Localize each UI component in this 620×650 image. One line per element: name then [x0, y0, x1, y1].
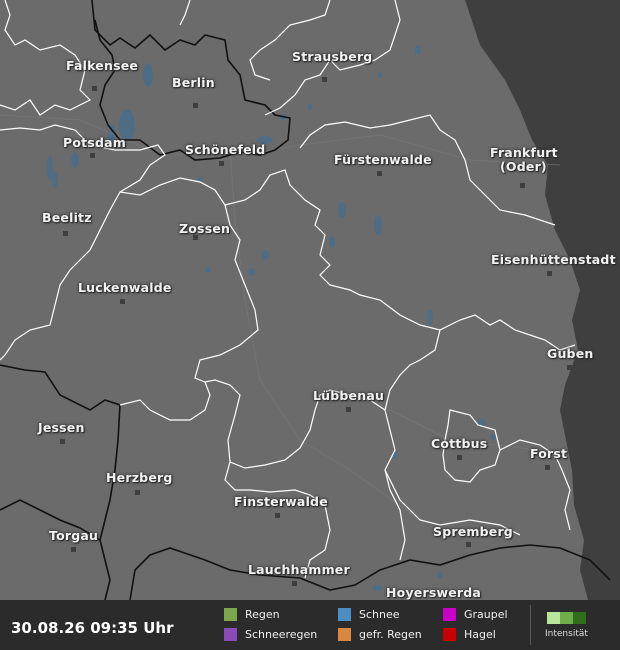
- radar-map[interactable]: Falkensee Berlin Strausberg Potsdam Schö…: [0, 0, 620, 600]
- city-dot-forst: [545, 465, 550, 470]
- city-label-spremberg: Spremberg: [433, 524, 513, 539]
- city-label-frankfurt: Frankfurt: [490, 145, 558, 160]
- graupel-swatch: [443, 608, 456, 621]
- legend-hagel: Hagel: [443, 628, 496, 642]
- city-dot-schoenefeld: [219, 161, 224, 166]
- city-dot-beelitz: [63, 231, 68, 236]
- city-label-strausberg: Strausberg: [292, 49, 373, 64]
- legend-divider: [530, 605, 531, 645]
- legend-gefr-regen: gefr. Regen: [338, 628, 422, 642]
- city-dot-herzberg: [135, 490, 140, 495]
- legend-graupel: Graupel: [443, 608, 508, 622]
- city-label-schoenefeld: Schönefeld: [185, 142, 266, 157]
- intensity-high: [573, 612, 586, 624]
- gefr-regen-swatch: [338, 628, 351, 641]
- city-dot-fuerstenwalde: [377, 171, 382, 176]
- intensity-low: [547, 612, 560, 624]
- legend-gefr-regen-label: gefr. Regen: [359, 628, 422, 641]
- intensity-label: Intensität: [545, 629, 588, 639]
- legend-graupel-label: Graupel: [464, 608, 508, 621]
- city-label-guben: Guben: [547, 346, 594, 361]
- timestamp: 30.08.26 09:35 Uhr: [11, 619, 174, 637]
- city-dot-torgau: [71, 547, 76, 552]
- schnee-swatch: [338, 608, 351, 621]
- city-label-zossen: Zossen: [179, 221, 231, 236]
- regen-swatch: [224, 608, 237, 621]
- city-dot-lauchhammer: [292, 581, 297, 586]
- legend-schnee: Schnee: [338, 608, 400, 622]
- city-dot-luckenwalde: [120, 299, 125, 304]
- city-label-cottbus: Cottbus: [431, 436, 488, 451]
- city-label-eisenhuettenstadt: Eisenhüttenstadt: [491, 252, 616, 267]
- city-dot-strausberg: [322, 77, 327, 82]
- roads: [0, 114, 561, 521]
- city-label-potsdam: Potsdam: [63, 135, 126, 150]
- intensity-scale: [547, 612, 586, 624]
- city-dot-finsterwalde: [275, 513, 280, 518]
- legend-schneeregen-label: Schneeregen: [245, 628, 318, 641]
- legend-hagel-label: Hagel: [464, 628, 496, 641]
- legend-bar: 30.08.26 09:35 Uhr Regen Schneeregen Sch…: [0, 600, 620, 650]
- city-label-finsterwalde: Finsterwalde: [234, 494, 328, 509]
- legend-regen-label: Regen: [245, 608, 280, 621]
- legend-schneeregen: Schneeregen: [224, 628, 317, 642]
- legend-regen: Regen: [224, 608, 280, 622]
- city-label-berlin: Berlin: [172, 75, 215, 90]
- city-dot-frankfurt: [520, 183, 525, 188]
- city-label-frankfurt-oder: (Oder): [500, 159, 547, 174]
- city-label-luckenwalde: Luckenwalde: [78, 280, 172, 295]
- city-label-lauchhammer: Lauchhammer: [248, 562, 350, 577]
- schneeregen-swatch: [224, 628, 237, 641]
- hagel-swatch: [443, 628, 456, 641]
- city-dot-spremberg: [466, 542, 471, 547]
- city-label-hoyerswerda: Hoyerswerda: [386, 585, 482, 600]
- city-label-herzberg: Herzberg: [106, 470, 173, 485]
- city-dot-guben: [567, 365, 572, 370]
- legend-schnee-label: Schnee: [359, 608, 400, 621]
- city-dot-falkensee: [92, 86, 97, 91]
- water-bodies: [47, 45, 496, 591]
- city-label-luebbenau: Lübbenau: [313, 388, 385, 403]
- city-label-falkensee: Falkensee: [66, 58, 139, 73]
- city-dot-jessen: [60, 439, 65, 444]
- city-dot-luebbenau: [346, 407, 351, 412]
- city-label-forst: Forst: [530, 446, 568, 461]
- city-label-fuerstenwalde: Fürstenwalde: [334, 152, 432, 167]
- city-dot-eisenhuettenstadt: [547, 271, 552, 276]
- city-dot-berlin: [193, 103, 198, 108]
- intensity-mid: [560, 612, 573, 624]
- city-label-torgau: Torgau: [49, 528, 99, 543]
- city-label-beelitz: Beelitz: [42, 210, 92, 225]
- outside-region: [465, 0, 620, 600]
- city-label-jessen: Jessen: [38, 420, 85, 435]
- city-dot-potsdam: [90, 153, 95, 158]
- city-dot-cottbus: [457, 455, 462, 460]
